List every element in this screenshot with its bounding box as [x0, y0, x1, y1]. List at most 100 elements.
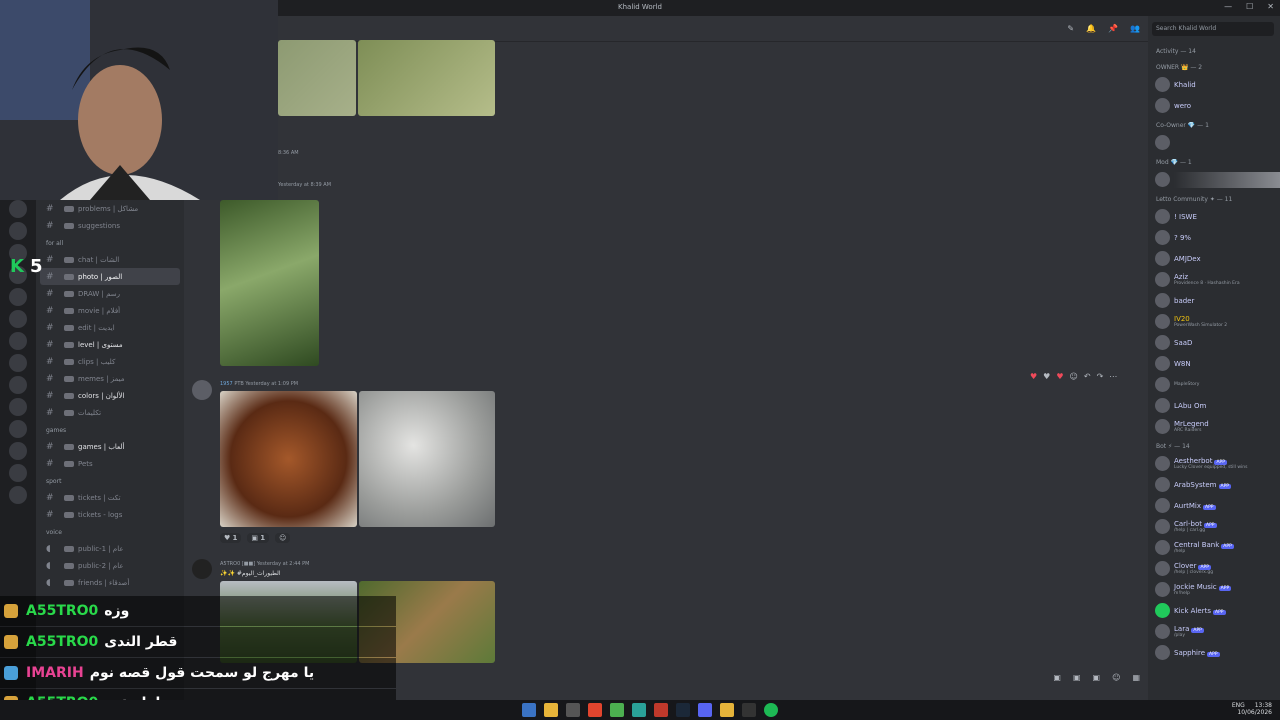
channel-games[interactable]: # games | ألعاب: [36, 438, 184, 455]
gif-icon[interactable]: ▣: [1073, 673, 1081, 682]
image-attachment[interactable]: [358, 40, 495, 116]
server-icon[interactable]: [9, 398, 27, 416]
reply-icon[interactable]: ↶: [1084, 372, 1091, 381]
channel-level[interactable]: # level | مستوى: [36, 336, 184, 353]
member-item[interactable]: bader: [1148, 290, 1280, 311]
channel-clips[interactable]: # clips | كليب: [36, 353, 184, 370]
image-attachment[interactable]: [220, 200, 319, 366]
notifications-icon[interactable]: 🔔: [1086, 24, 1096, 33]
channel-tickets-logs[interactable]: # tickets - logs: [36, 506, 184, 523]
member-item[interactable]: Carl-bot APP/help | carl.gg: [1148, 516, 1280, 537]
channel-friends[interactable]: ◖ friends | أصدقاء: [36, 574, 184, 591]
steam-icon[interactable]: [676, 703, 690, 717]
author-name[interactable]: A5TRO0: [220, 561, 240, 567]
member-item[interactable]: Khalid: [1148, 74, 1280, 95]
channel-draw[interactable]: # DRAW | رسم: [36, 285, 184, 302]
member-item[interactable]: SaaD: [1148, 332, 1280, 353]
more-icon[interactable]: ⋯: [1109, 372, 1117, 381]
image-attachment[interactable]: [220, 391, 357, 527]
server-icon[interactable]: [9, 200, 27, 218]
gift-icon[interactable]: ▣: [1053, 673, 1061, 682]
sticker-icon[interactable]: ▣: [1093, 673, 1101, 682]
heart-reaction-icon[interactable]: ♥: [1056, 372, 1063, 381]
forward-icon[interactable]: ↷: [1097, 372, 1104, 381]
heart-reaction-icon[interactable]: ♥: [1043, 372, 1050, 381]
file-explorer-icon[interactable]: [544, 703, 558, 717]
server-icon[interactable]: [9, 420, 27, 438]
threads-icon[interactable]: ✎: [1067, 24, 1074, 33]
member-item[interactable]: Clover APP/help | cloverx.gg: [1148, 558, 1280, 579]
channel-commands[interactable]: # تكليمات: [36, 404, 184, 421]
language-indicator[interactable]: ENG: [1232, 702, 1245, 709]
member-item[interactable]: Lara APP/play: [1148, 621, 1280, 642]
spotify-icon[interactable]: [764, 703, 778, 717]
app-icon[interactable]: [742, 703, 756, 717]
server-icon[interactable]: [9, 464, 27, 482]
server-icon[interactable]: [9, 310, 27, 328]
chrome-icon[interactable]: [610, 703, 624, 717]
clock-date[interactable]: 10/06/2026: [1237, 709, 1272, 716]
maximize-button[interactable]: ☐: [1246, 2, 1253, 11]
author-name[interactable]: 1957: [220, 381, 233, 387]
clock-time[interactable]: 13:38: [1255, 702, 1272, 709]
brave-icon[interactable]: [588, 703, 602, 717]
apps-icon[interactable]: ▦: [1132, 673, 1140, 682]
channel-colors[interactable]: # colors | الألوان: [36, 387, 184, 404]
channel-chat[interactable]: # chat | الشات: [36, 251, 184, 268]
server-icon[interactable]: [9, 332, 27, 350]
reaction-heart[interactable]: ♥ 1: [220, 533, 242, 543]
member-item[interactable]: wero: [1148, 95, 1280, 116]
channel-suggestions[interactable]: # suggestions: [36, 217, 184, 234]
member-item[interactable]: ArabSystem APP: [1148, 474, 1280, 495]
app-icon[interactable]: [566, 703, 580, 717]
category-for-all[interactable]: for all: [36, 234, 184, 251]
channel-pets[interactable]: # Pets: [36, 455, 184, 472]
channel-movie[interactable]: # movie | أفلام: [36, 302, 184, 319]
category-sport[interactable]: sport: [36, 472, 184, 489]
channel-public-1[interactable]: ◖ public-1 | عام: [36, 540, 184, 557]
reaction-emoji[interactable]: ▣ 1: [247, 533, 270, 543]
member-item[interactable]: Central Bank APP/help: [1148, 537, 1280, 558]
channel-edit[interactable]: # edit | ايديت: [36, 319, 184, 336]
image-attachment[interactable]: [278, 40, 356, 116]
member-item[interactable]: MapleStory: [1148, 374, 1280, 395]
server-icon[interactable]: [9, 354, 27, 372]
member-item[interactable]: IV20 PowerWash Simulator 2: [1148, 311, 1280, 332]
avatar[interactable]: [192, 380, 212, 400]
heart-reaction-icon[interactable]: ♥: [1030, 372, 1037, 381]
member-item[interactable]: Sapphire APP: [1148, 642, 1280, 663]
member-item[interactable]: [1148, 132, 1280, 153]
member-item[interactable]: MrLegend ARC Raiders: [1148, 416, 1280, 437]
member-item[interactable]: ? 9%: [1148, 227, 1280, 248]
discord-icon[interactable]: [698, 703, 712, 717]
windows-start-icon[interactable]: [522, 703, 536, 717]
add-reaction-icon[interactable]: ☺: [1070, 372, 1078, 381]
member-item[interactable]: ! ISWE: [1148, 206, 1280, 227]
server-icon[interactable]: [9, 222, 27, 240]
member-item[interactable]: Kick Alerts APP: [1148, 600, 1280, 621]
server-icon[interactable]: [9, 486, 27, 504]
server-icon[interactable]: [9, 442, 27, 460]
member-item[interactable]: Jockie Music APP m!help: [1148, 579, 1280, 600]
add-reaction-icon[interactable]: ☺: [275, 533, 291, 543]
category-games[interactable]: games: [36, 421, 184, 438]
channel-tickets[interactable]: # tickets | تكت: [36, 489, 184, 506]
pin-icon[interactable]: 📌: [1108, 24, 1118, 33]
category-voice[interactable]: voice: [36, 523, 184, 540]
channel-memes[interactable]: # memes | ميمز: [36, 370, 184, 387]
avatar[interactable]: [192, 559, 212, 579]
app-icon[interactable]: [654, 703, 668, 717]
image-attachment[interactable]: [359, 391, 495, 527]
member-item[interactable]: Aestherbot APP Lucky Clover equipped, stil…: [1148, 453, 1280, 474]
channel-photo[interactable]: # photo | الصور: [40, 268, 180, 285]
member-item[interactable]: AurtMix APP: [1148, 495, 1280, 516]
emoji-icon[interactable]: ☺: [1112, 673, 1120, 682]
member-item[interactable]: LAbu Om: [1148, 395, 1280, 416]
minimize-button[interactable]: —: [1224, 2, 1232, 11]
members-icon[interactable]: 👥: [1130, 24, 1140, 33]
server-icon[interactable]: [9, 376, 27, 394]
channel-public-2[interactable]: ◖ public-2 | عام: [36, 557, 184, 574]
search-input[interactable]: Search Khalid World: [1152, 22, 1274, 36]
channel-problems[interactable]: # problems | مشاكل: [36, 200, 184, 217]
server-icon[interactable]: [9, 288, 27, 306]
